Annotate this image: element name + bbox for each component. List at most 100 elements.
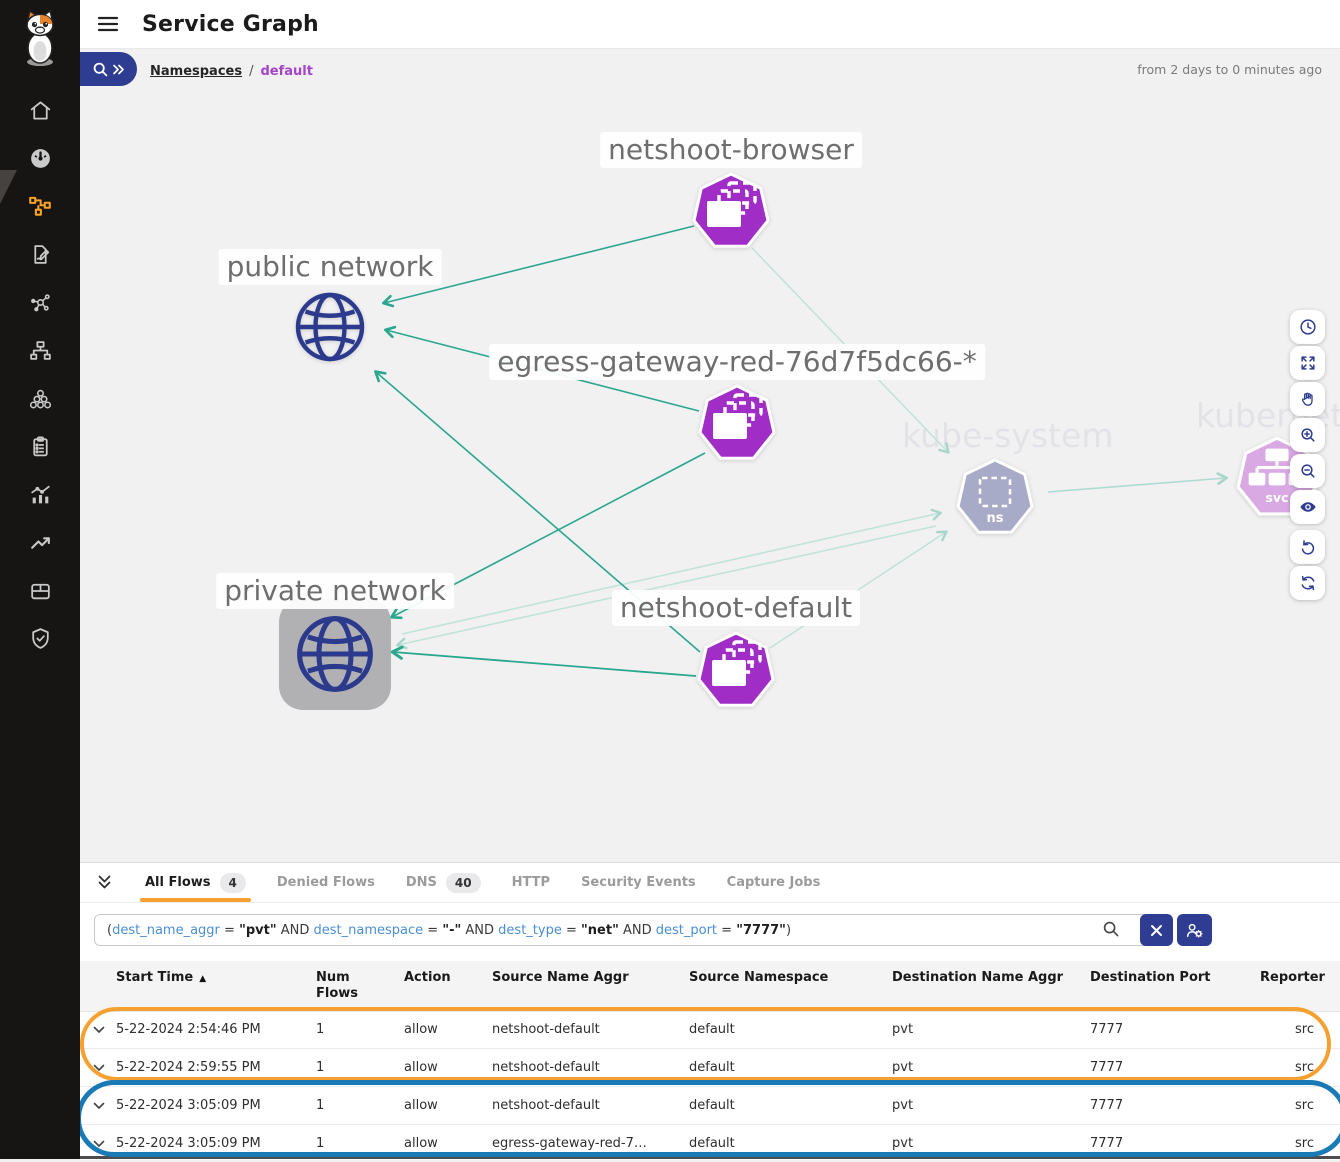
time-settings-button[interactable] — [1290, 310, 1325, 344]
cell-source-name: egress-gateway-red-7… — [492, 1136, 689, 1151]
breadcrumb-namespaces-link[interactable]: Namespaces — [150, 64, 242, 79]
cell-num-flows: 1 — [316, 1060, 404, 1075]
sidebar-item-trends[interactable] — [0, 518, 80, 566]
visibility-button[interactable] — [1290, 490, 1325, 524]
sidebar-item-network-topology[interactable] — [0, 326, 80, 374]
search-expand-button[interactable] — [80, 52, 137, 86]
pan-button[interactable] — [1290, 382, 1325, 416]
sidebar-item-storage[interactable] — [0, 566, 80, 614]
sidebar-item-policies[interactable] — [0, 230, 80, 278]
node-label-netshoot-browser: netshoot-browser — [600, 132, 862, 168]
hand-icon — [1298, 389, 1318, 409]
user-gear-icon — [1184, 920, 1205, 941]
node-label-private-network: private network — [216, 573, 454, 609]
tab-count-badge: 40 — [446, 873, 481, 893]
tab-dns[interactable]: DNS 40 — [406, 863, 481, 902]
filter-operator: = — [562, 923, 581, 938]
filter-search-button[interactable] — [1102, 920, 1120, 942]
molecule-icon — [28, 290, 53, 315]
filter-query-input[interactable]: (dest_name_aggr = "pvt" AND dest_namespa… — [94, 914, 1154, 946]
chevron-down-icon — [93, 1064, 105, 1072]
col-num-flows[interactable]: Num Flows — [316, 961, 404, 1003]
sidebar-item-home[interactable] — [0, 86, 80, 134]
col-destination-name-aggr[interactable]: Destination Name Aggr — [892, 961, 1090, 986]
service-graph-canvas[interactable]: kube-system kubernetes — [80, 48, 1340, 862]
tab-label: HTTP — [512, 875, 550, 890]
node-netshoot-browser[interactable] — [691, 171, 771, 251]
cell-action: allow — [404, 1060, 492, 1075]
cell-reporter: src — [1260, 1022, 1340, 1037]
graph-toolbar — [1290, 310, 1326, 602]
cell-action: allow — [404, 1022, 492, 1037]
col-start-time[interactable]: Start Time▲ — [116, 961, 316, 986]
sidebar-item-security[interactable] — [0, 614, 80, 662]
tab-denied-flows[interactable]: Denied Flows — [277, 863, 375, 902]
cell-reporter: src — [1260, 1136, 1340, 1151]
refresh-button[interactable] — [1290, 566, 1325, 600]
tab-label: Security Events — [581, 875, 696, 890]
filter-paren: ) — [786, 923, 791, 938]
zoom-in-button[interactable] — [1290, 418, 1325, 452]
col-source-namespace[interactable]: Source Namespace — [689, 961, 892, 986]
node-public-network[interactable] — [292, 289, 368, 365]
expand-row-button[interactable] — [80, 1140, 116, 1148]
sidebar-item-connections[interactable] — [0, 278, 80, 326]
sidebar-item-compliance[interactable] — [0, 422, 80, 470]
node-kube-system-namespace[interactable]: ns — [955, 457, 1035, 537]
table-row[interactable]: 5-22-2024 2:54:46 PM 1 allow netshoot-de… — [80, 1011, 1340, 1049]
menu-button[interactable] — [97, 15, 119, 33]
col-action[interactable]: Action — [404, 961, 492, 986]
close-icon — [1150, 924, 1163, 937]
col-destination-port[interactable]: Destination Port — [1090, 961, 1260, 986]
node-netshoot-default[interactable] — [696, 630, 776, 710]
tab-capture-jobs[interactable]: Capture Jobs — [727, 863, 821, 902]
tab-count-badge: 4 — [220, 873, 246, 893]
filter-value: "-" — [442, 923, 461, 938]
cell-destination-port: 7777 — [1090, 1136, 1260, 1151]
tab-security-events[interactable]: Security Events — [581, 863, 696, 902]
filter-field: dest_port — [656, 923, 717, 938]
fit-screen-button[interactable] — [1290, 346, 1325, 380]
filter-value: "net" — [581, 923, 619, 938]
cell-source-name: netshoot-default — [492, 1098, 689, 1113]
cell-start-time: 5-22-2024 3:05:09 PM — [116, 1098, 316, 1113]
col-reporter[interactable]: Reporter — [1260, 961, 1340, 986]
clear-filter-button[interactable] — [1140, 914, 1173, 946]
cell-source-name: netshoot-default — [492, 1060, 689, 1075]
col-source-name-aggr[interactable]: Source Name Aggr — [492, 961, 689, 986]
trend-arrow-icon — [28, 530, 53, 555]
cell-num-flows: 1 — [316, 1098, 404, 1113]
tab-label: All Flows — [145, 875, 211, 890]
sidebar-item-statistics[interactable] — [0, 470, 80, 518]
calico-cat-logo[interactable] — [18, 10, 62, 68]
expand-row-button[interactable] — [80, 1026, 116, 1034]
breadcrumb-current: default — [260, 64, 312, 79]
node-private-network[interactable] — [279, 598, 391, 710]
expand-icon — [1298, 353, 1318, 373]
cell-destination-name: pvt — [892, 1022, 1090, 1037]
table-row[interactable]: 5-22-2024 2:59:55 PM 1 allow netshoot-de… — [80, 1049, 1340, 1087]
flows-table-header: Start Time▲ Num Flows Action Source Name… — [80, 961, 1340, 1012]
search-icon — [1102, 920, 1120, 938]
tab-http[interactable]: HTTP — [512, 863, 550, 902]
undo-button[interactable] — [1290, 530, 1325, 564]
node-label-netshoot-default: netshoot-default — [612, 590, 860, 626]
zoom-out-button[interactable] — [1290, 454, 1325, 488]
expand-row-button[interactable] — [80, 1102, 116, 1110]
clock-icon — [1298, 317, 1318, 337]
cell-num-flows: 1 — [316, 1022, 404, 1037]
node-label-public-network: public network — [219, 249, 442, 285]
sidebar-item-cluster[interactable] — [0, 374, 80, 422]
sidebar-item-service-graph[interactable] — [0, 182, 80, 230]
cell-action: allow — [404, 1098, 492, 1113]
cell-num-flows: 1 — [316, 1136, 404, 1151]
table-row[interactable]: 5-22-2024 3:05:09 PM 1 allow netshoot-de… — [80, 1087, 1340, 1125]
gauge-icon — [28, 146, 53, 171]
node-egress-gateway[interactable] — [697, 383, 777, 463]
expand-row-button[interactable] — [80, 1064, 116, 1072]
user-settings-button[interactable] — [1177, 914, 1212, 946]
sidebar-item-dashboard[interactable] — [0, 134, 80, 182]
tab-all-flows[interactable]: All Flows 4 — [145, 863, 246, 902]
collapse-panel-button[interactable] — [95, 874, 114, 891]
zoom-in-icon — [1298, 425, 1318, 445]
